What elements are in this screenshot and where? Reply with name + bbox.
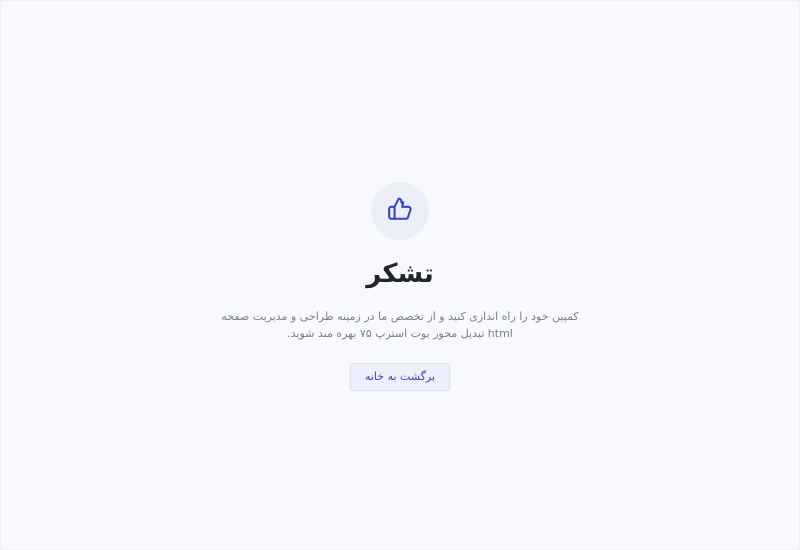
- page-frame: تشکر کمپین خود را راه اندازی کنید و از ت…: [0, 0, 800, 550]
- back-to-home-button[interactable]: برگشت به خانه: [349, 363, 451, 391]
- page-title: تشکر: [366, 259, 434, 289]
- icon-circle: [371, 182, 429, 240]
- thumbs-up-icon: [387, 196, 413, 226]
- page-description: کمپین خود را راه اندازی کنید و از تخصص م…: [221, 310, 579, 340]
- thank-you-card: تشکر کمپین خود را راه اندازی کنید و از ت…: [1, 182, 799, 391]
